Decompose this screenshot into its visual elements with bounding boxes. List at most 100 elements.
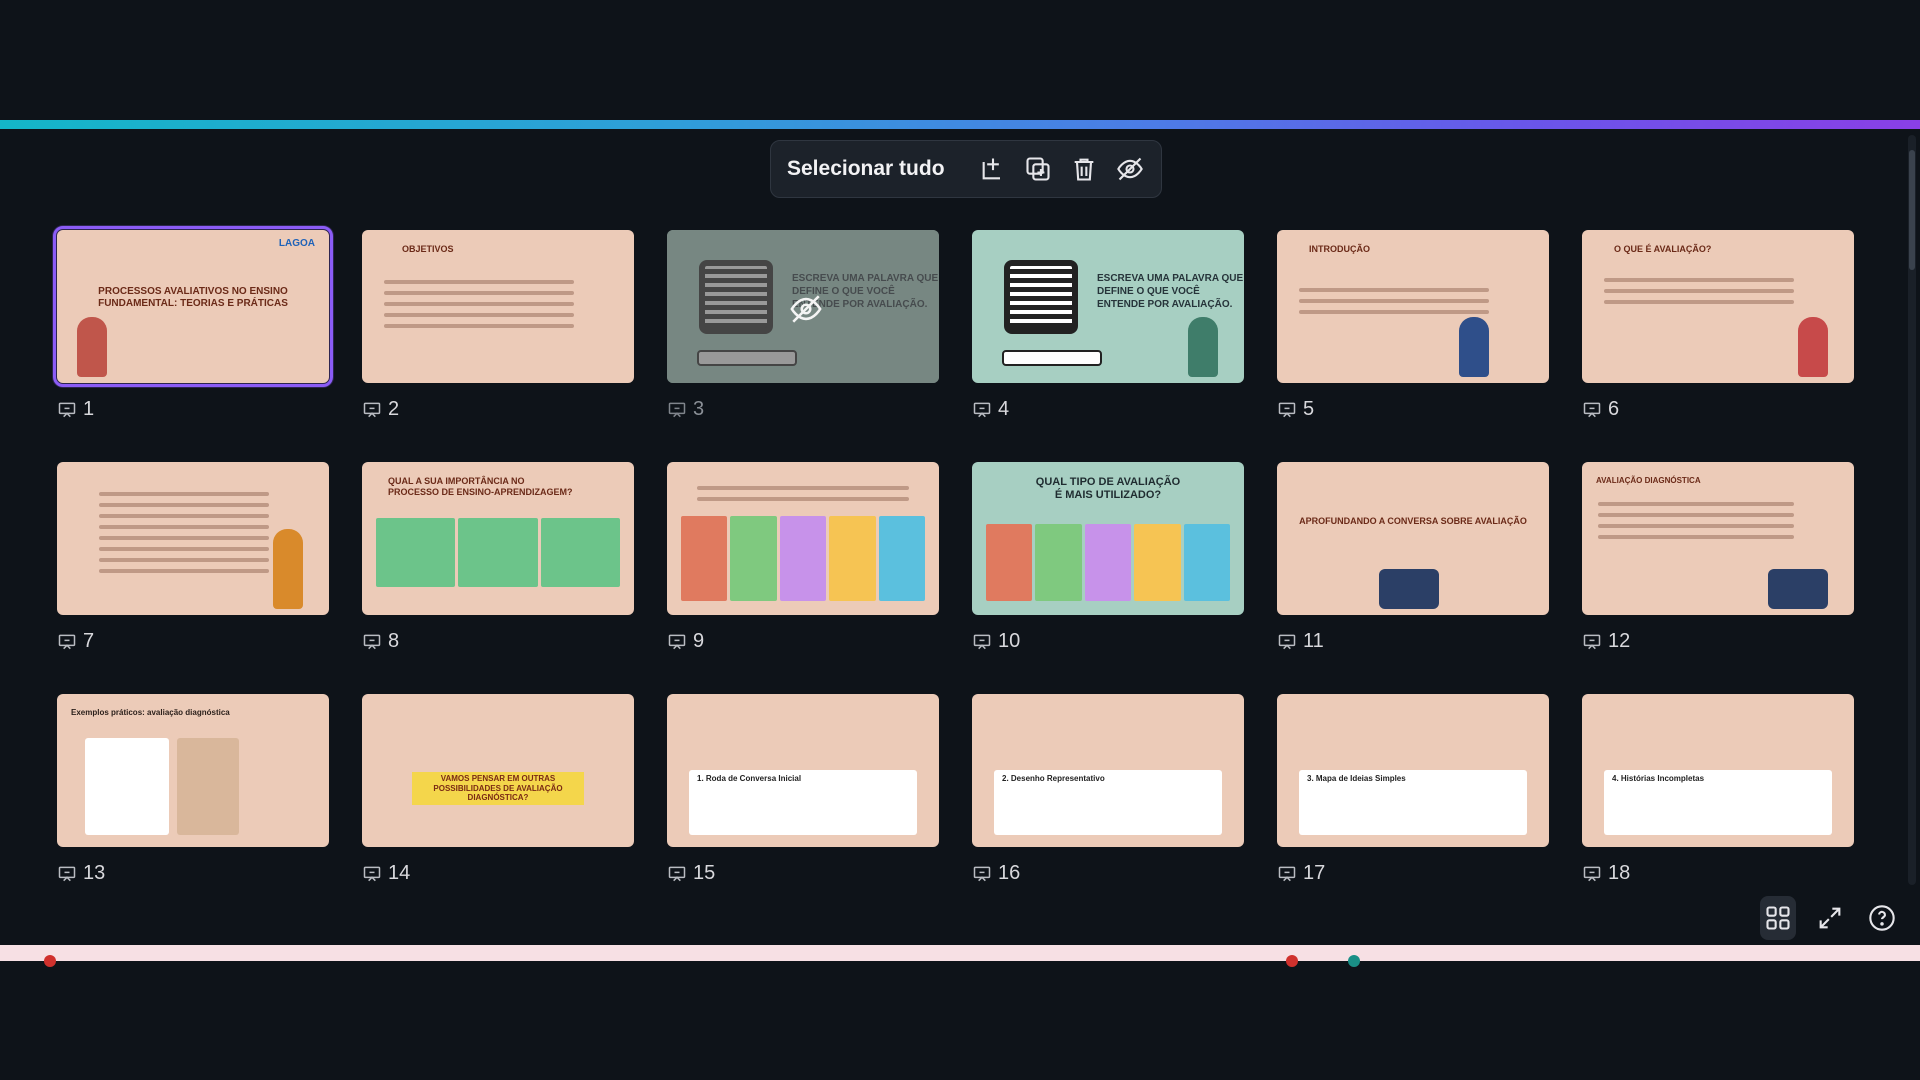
slide-thumbnail[interactable]: ESCREVA UMA PALAVRA QUE DEFINE O QUE VOC… (972, 230, 1244, 383)
slide-thumbnail[interactable]: Exemplos práticos: avaliação diagnóstica (57, 694, 329, 847)
slide-number: 10 (998, 630, 1021, 652)
slide-item[interactable]: LAGOA PROCESSOS AVALIATIVOS NO ENSINO FU… (53, 226, 333, 435)
slide-thumbnail[interactable]: 4. Histórias Incompletas (1582, 694, 1854, 847)
slide-item[interactable]: 3. Mapa de Ideias Simples 17 (1277, 694, 1549, 899)
slide-title: QUAL A SUA IMPORTÂNCIA NO PROCESSO DE EN… (388, 476, 573, 497)
slide-item[interactable]: VAMOS PENSAR EM OUTRAS POSSIBILIDADES DE… (362, 694, 634, 899)
app-dot-icon (44, 955, 56, 967)
delete-button[interactable] (1067, 149, 1102, 189)
slide-thumbnail[interactable]: 2. Desenho Representativo (972, 694, 1244, 847)
presenter-notes-icon (1583, 402, 1601, 417)
slide-item[interactable]: ESCREVA UMA PALAVRA QUE DEFINE O QUE VOC… (972, 230, 1244, 435)
slide-text: ESCREVA UMA PALAVRA QUE DEFINE O QUE VOC… (1097, 273, 1244, 310)
slide-thumbnail[interactable]: ESCREVA UMA PALAVRA QUE DEFINE O QUE VOC… (667, 230, 939, 383)
slide-card (85, 738, 169, 835)
slide-label: 3 (667, 398, 704, 421)
add-page-icon (982, 158, 1000, 180)
presenter-notes-icon (1583, 634, 1601, 649)
slide-grid: LAGOA PROCESSOS AVALIATIVOS NO ENSINO FU… (53, 226, 1857, 890)
slide-item[interactable]: 9 (667, 462, 939, 667)
slide-thumbnail[interactable]: LAGOA PROCESSOS AVALIATIVOS NO ENSINO FU… (53, 226, 333, 387)
slide-thumbnail[interactable]: APROFUNDANDO A CONVERSA SOBRE AVALIAÇÃO (1277, 462, 1549, 615)
presenter-notes-icon (58, 866, 76, 881)
slide-number: 13 (83, 862, 106, 884)
illustration (1768, 569, 1828, 609)
slide-card: 1. Roda de Conversa Inicial (689, 770, 917, 835)
slide-number: 8 (388, 630, 400, 652)
slide-label: 10 (972, 630, 1020, 653)
slide-number: 3 (693, 398, 705, 420)
slide-item[interactable]: AVALIAÇÃO DIAGNÓSTICA 12 (1582, 462, 1854, 667)
slide-item[interactable]: APROFUNDANDO A CONVERSA SOBRE AVALIAÇÃO … (1277, 462, 1549, 667)
slide-title: VAMOS PENSAR EM OUTRAS POSSIBILIDADES DE… (412, 772, 584, 805)
presenter-notes-icon (363, 402, 381, 417)
slide-card: 4. Histórias Incompletas (1604, 770, 1832, 835)
bottom-strip (0, 945, 1920, 967)
slide-title: O QUE É AVALIAÇÃO? (1614, 244, 1712, 254)
slide-label: 8 (362, 630, 399, 653)
slide-label: 4 (972, 398, 1009, 421)
slide-title: OBJETIVOS (402, 244, 454, 254)
slide-title: APROFUNDANDO A CONVERSA SOBRE AVALIAÇÃO (1299, 516, 1527, 526)
slide-number: 4 (998, 398, 1010, 420)
slide-item[interactable]: 1. Roda de Conversa Inicial 15 (667, 694, 939, 899)
app-dot-icon (1348, 955, 1360, 967)
slide-item[interactable]: Exemplos práticos: avaliação diagnóstica… (57, 694, 329, 899)
slide-item[interactable]: INTRODUÇÃO 5 (1277, 230, 1549, 435)
slide-title: QUAL TIPO DE AVALIAÇÃO É MAIS UTILIZADO? (1035, 476, 1181, 502)
slide-label: 15 (667, 862, 715, 885)
slide-item[interactable]: QUAL TIPO DE AVALIAÇÃO É MAIS UTILIZADO?… (972, 462, 1244, 667)
slide-item[interactable]: OBJETIVOS 2 (362, 230, 634, 435)
slide-text-lines (384, 280, 574, 335)
slide-thumbnail[interactable]: QUAL A SUA IMPORTÂNCIA NO PROCESSO DE EN… (362, 462, 634, 615)
slide-thumbnail[interactable]: O QUE É AVALIAÇÃO? (1582, 230, 1854, 383)
slide-item[interactable]: 2. Desenho Representativo 16 (972, 694, 1244, 899)
presenter-notes-icon (1583, 866, 1601, 881)
slide-item[interactable]: QUAL A SUA IMPORTÂNCIA NO PROCESSO DE EN… (362, 462, 634, 667)
slide-text-lines (1598, 502, 1794, 546)
link-bar (1002, 350, 1102, 366)
scrollbar-thumb[interactable] (1909, 150, 1915, 270)
duplicate-button[interactable] (1021, 149, 1056, 189)
slide-label: 5 (1277, 398, 1314, 421)
help-icon (1869, 905, 1895, 931)
slide-thumbnail[interactable]: 1. Roda de Conversa Inicial (667, 694, 939, 847)
slide-item[interactable]: 7 (57, 462, 329, 667)
slide-label: 6 (1582, 398, 1619, 421)
presenter-notes-icon (58, 634, 76, 649)
slide-thumbnail[interactable]: VAMOS PENSAR EM OUTRAS POSSIBILIDADES DE… (362, 694, 634, 847)
slide-item[interactable]: O QUE É AVALIAÇÃO? 6 (1582, 230, 1854, 435)
slide-sorter-app: Selecionar tudo LAGOA PROCESSOS AVALIATI… (0, 0, 1920, 1080)
slide-number: 12 (1608, 630, 1631, 652)
slide-item[interactable]: 4. Histórias Incompletas 18 (1582, 694, 1854, 899)
slide-label: 11 (1277, 630, 1324, 653)
select-all-button[interactable]: Selecionar tudo (787, 157, 945, 181)
fullscreen-button[interactable] (1812, 896, 1848, 940)
slide-item[interactable]: ESCREVA UMA PALAVRA QUE DEFINE O QUE VOC… (667, 230, 939, 435)
slide-number: 15 (693, 862, 716, 884)
slide-number: 2 (388, 398, 400, 420)
grid-view-button[interactable] (1760, 896, 1796, 940)
slide-thumbnail[interactable]: INTRODUÇÃO (1277, 230, 1549, 383)
slide-number: 17 (1303, 862, 1326, 884)
slide-thumbnail[interactable] (667, 462, 939, 615)
selection-toolbar: Selecionar tudo (770, 140, 1162, 198)
duplicate-icon (1026, 157, 1050, 181)
slide-label: 9 (667, 630, 704, 653)
add-slide-button[interactable] (976, 149, 1011, 189)
hide-button[interactable] (1112, 149, 1147, 189)
slide-thumbnail[interactable]: AVALIAÇÃO DIAGNÓSTICA (1582, 462, 1854, 615)
slide-number: 16 (998, 862, 1021, 884)
eye-off-icon (1116, 157, 1143, 181)
slide-label: 13 (57, 862, 105, 885)
help-button[interactable] (1864, 896, 1900, 940)
illustration (1459, 317, 1489, 377)
slide-thumbnail[interactable] (57, 462, 329, 615)
slide-thumbnail[interactable]: QUAL TIPO DE AVALIAÇÃO É MAIS UTILIZADO? (972, 462, 1244, 615)
slide-title: 1. Roda de Conversa Inicial (697, 774, 802, 783)
slide-thumbnail[interactable]: 3. Mapa de Ideias Simples (1277, 694, 1549, 847)
presenter-notes-icon (58, 402, 76, 417)
illustration (273, 529, 303, 609)
slide-thumbnail[interactable]: OBJETIVOS (362, 230, 634, 383)
slide-title: Exemplos práticos: avaliação diagnóstica (71, 708, 230, 717)
